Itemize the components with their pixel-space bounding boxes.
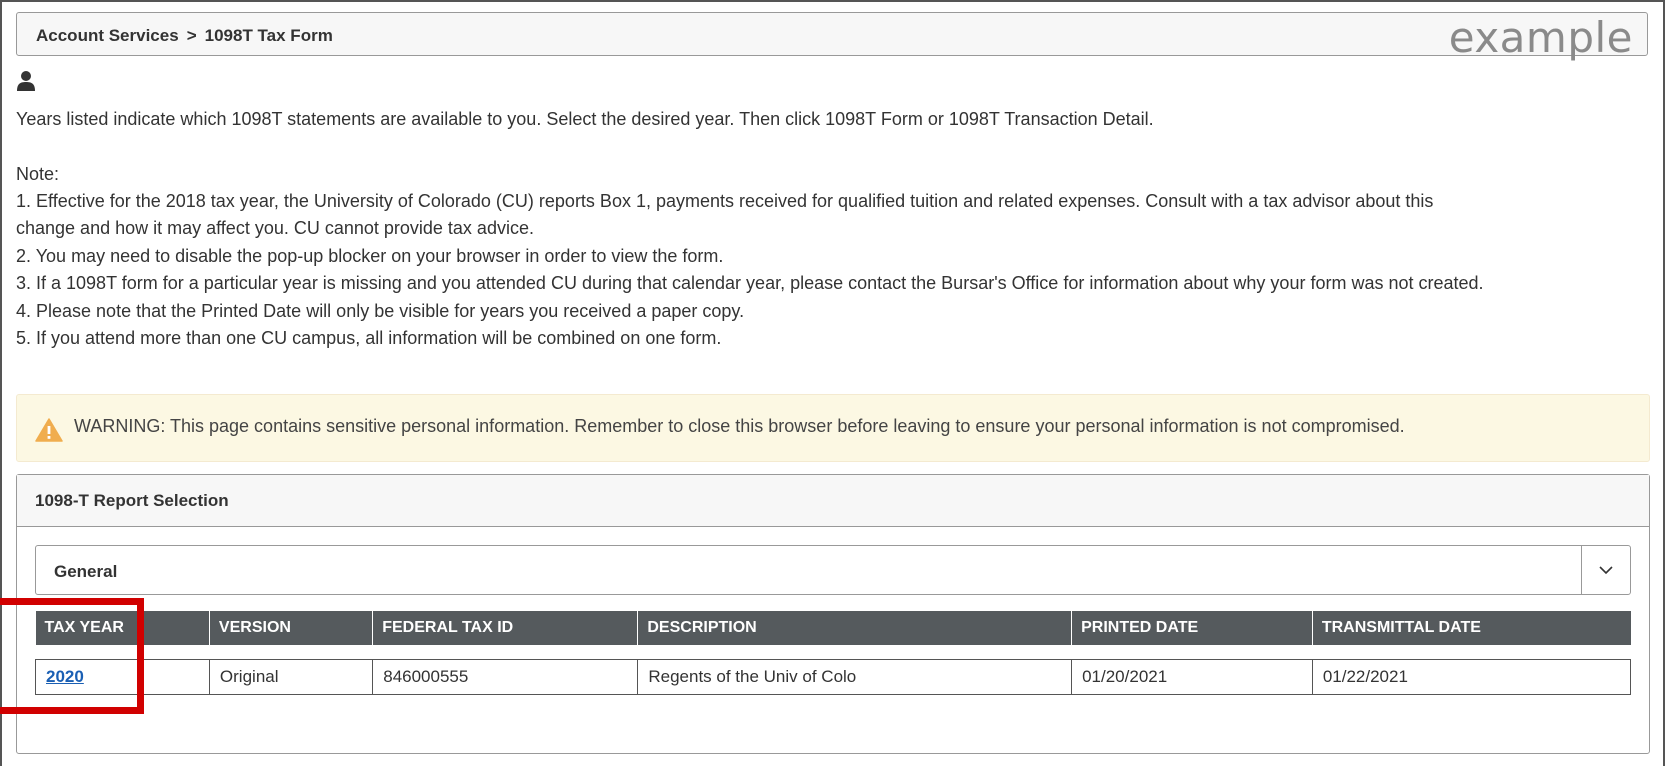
- note-label: Note:: [16, 164, 60, 184]
- highlight-box: [0, 598, 144, 714]
- table-row: 2020 Original 846000555 Regents of the U…: [35, 659, 1632, 695]
- table-header-row: TAX YEAR VERSION FEDERAL TAX ID DESCRIPT…: [35, 611, 1631, 645]
- column-header-version: VERSION: [208, 611, 373, 645]
- note-item: 5. If you attend more than one CU campus…: [16, 328, 722, 348]
- cell-printed-date: 01/20/2021: [1071, 659, 1313, 695]
- note-item: change and how it may affect you. CU can…: [16, 218, 534, 238]
- cell-federal-tax-id: 846000555: [372, 659, 639, 695]
- column-header-transmittal-date: TRANSMITTAL DATE: [1311, 611, 1631, 645]
- panel-title: 1098-T Report Selection: [17, 475, 1649, 527]
- table-spacer: [36, 645, 1631, 660]
- user-icon: [17, 71, 35, 91]
- column-header-description: DESCRIPTION: [637, 611, 1072, 645]
- cell-description: Regents of the Univ of Colo: [637, 659, 1073, 695]
- breadcrumb-trail: Account Services >1098T Tax Form: [36, 26, 333, 46]
- cell-version: Original: [208, 659, 374, 695]
- report-selection-panel: 1098-T Report Selection General TAX YEAR…: [16, 474, 1650, 754]
- breadcrumb-separator: >: [186, 26, 197, 45]
- warning-text: WARNING: This page contains sensitive pe…: [74, 416, 1405, 436]
- breadcrumb-current: 1098T Tax Form: [204, 26, 333, 45]
- warning-triangle-icon: [35, 418, 63, 442]
- select-value: General: [54, 562, 118, 581]
- cell-transmittal-date: 01/22/2021: [1311, 659, 1632, 695]
- breadcrumb: Account Services >1098T Tax Form example: [16, 12, 1648, 62]
- note-item: 2. You may need to disable the pop-up bl…: [16, 246, 724, 266]
- column-header-printed-date: PRINTED DATE: [1071, 611, 1313, 645]
- chevron-down-icon: [1599, 565, 1613, 574]
- breadcrumb-parent-link[interactable]: Account Services: [36, 26, 179, 45]
- column-header-federal-tax-id: FEDERAL TAX ID: [372, 611, 638, 645]
- warning-alert: WARNING: This page contains sensitive pe…: [16, 394, 1650, 462]
- report-type-select[interactable]: General: [35, 545, 1631, 595]
- example-watermark: example: [1448, 13, 1633, 62]
- dropdown-toggle[interactable]: [1581, 546, 1630, 594]
- note-item: 1. Effective for the 2018 tax year, the …: [16, 191, 1434, 211]
- intro-text: Years listed indicate which 1098T statem…: [16, 109, 1154, 129]
- note-item: 4. Please note that the Printed Date wil…: [16, 301, 745, 321]
- tax-form-table: TAX YEAR VERSION FEDERAL TAX ID DESCRIPT…: [35, 611, 1632, 695]
- note-item: 3. If a 1098T form for a particular year…: [16, 273, 1484, 293]
